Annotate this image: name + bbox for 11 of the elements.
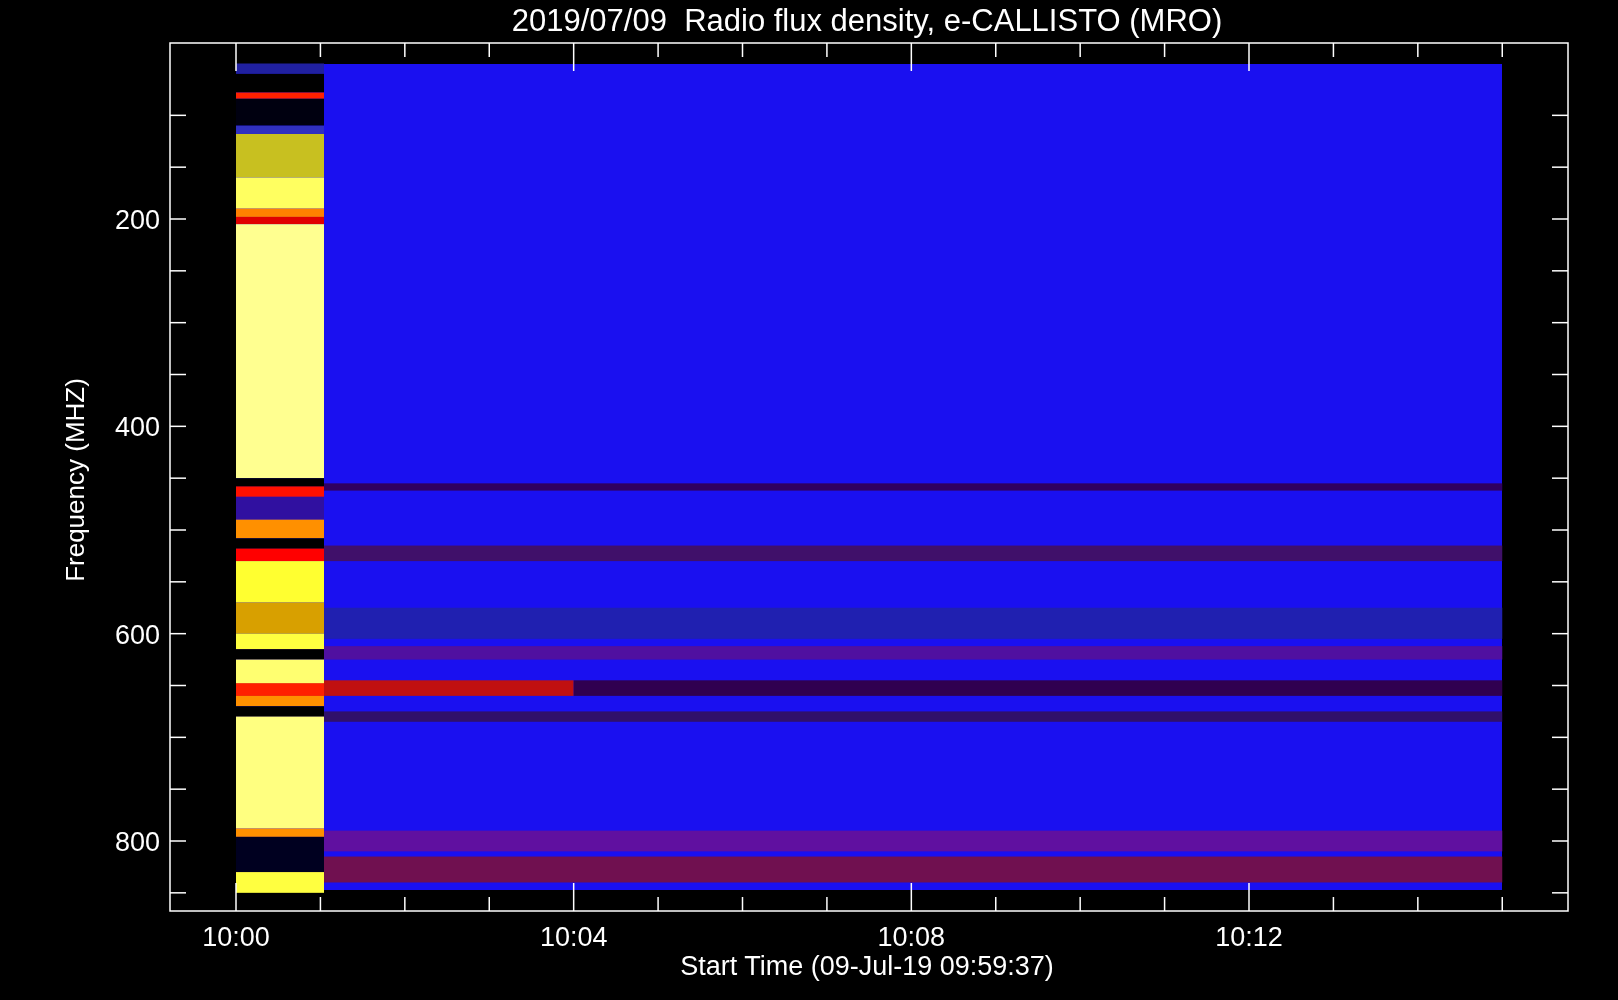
y-tick-label: 800 bbox=[114, 827, 160, 857]
y-axis-label: Frequency (MHZ) bbox=[60, 378, 90, 582]
y-tick-label: 200 bbox=[114, 205, 160, 235]
y-tick-label: 400 bbox=[114, 412, 160, 443]
y-tick-label: 600 bbox=[114, 619, 160, 650]
chart-title: 2019/07/09 Radio flux density, e-CALLISTO (MRO) bbox=[511, 3, 1223, 38]
x-tick-label: 10:00 bbox=[202, 922, 270, 952]
x-tick-label: 10:08 bbox=[877, 922, 946, 952]
x-axis-label: Start Time (09-Jul-19 09:59:37) bbox=[680, 951, 1054, 981]
x-tick-label: 10:12 bbox=[1215, 922, 1283, 952]
x-tick-label: 10:04 bbox=[539, 922, 608, 952]
